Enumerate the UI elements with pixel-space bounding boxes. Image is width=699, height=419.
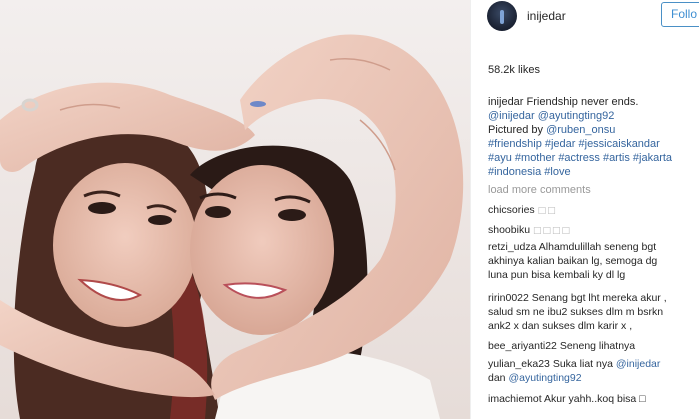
comment-text: Akur yahh..koq bisa □ bbox=[544, 393, 646, 405]
comment-username[interactable]: retzi_udza bbox=[488, 241, 536, 253]
comment-text: □□□□ bbox=[532, 226, 571, 236]
comment-text: salud sm ne ibu2 sukses dlm m bsrkn bbox=[488, 306, 664, 318]
comment-text: □□ bbox=[537, 206, 557, 216]
post-photo[interactable] bbox=[0, 0, 470, 419]
caption-mention-ruben-onsu[interactable]: @ruben_onsu bbox=[546, 124, 615, 136]
comment-mention-inijedar[interactable]: @inijedar bbox=[616, 358, 661, 370]
caption-username[interactable]: inijedar bbox=[488, 96, 523, 108]
comment-text: luna pun bisa kembali ky dl lg bbox=[488, 269, 626, 281]
caption-mention-inijedar[interactable]: @inijedar bbox=[488, 110, 535, 122]
post-details-panel: inijedar Follo 58.2k likes inijedar Frie… bbox=[470, 0, 699, 419]
comment-username[interactable]: yulian_eka23 bbox=[488, 358, 550, 370]
post-caption: inijedar Friendship never ends. @inijeda… bbox=[488, 95, 693, 179]
comment-item: ririn0022 Senang bgt lht mereka akur , s… bbox=[488, 291, 698, 333]
comment-text: dan bbox=[488, 372, 506, 384]
post-author-username[interactable]: inijedar bbox=[527, 9, 566, 23]
caption-text: Friendship never ends. bbox=[526, 96, 639, 108]
post-header: inijedar Follo bbox=[471, 0, 699, 33]
caption-hashtags-3[interactable]: #indonesia #love bbox=[488, 165, 693, 179]
caption-pictured-by: Pictured by bbox=[488, 124, 544, 136]
comment-username[interactable]: chicsories bbox=[488, 204, 535, 216]
photo-image bbox=[0, 0, 470, 419]
comment-text: ank2 x dan sukses dlm karir x , bbox=[488, 320, 633, 332]
comment-mention-ayutingting92[interactable]: @ayutingting92 bbox=[508, 372, 581, 384]
comment-item: yulian_eka23 Suka liat nya @inijedar dan… bbox=[488, 357, 698, 385]
caption-hashtags-2[interactable]: #ayu #mother #actress #artis #jakarta bbox=[488, 151, 693, 165]
comment-item: bee_ariyanti22 Seneng lihatnya bbox=[488, 339, 698, 353]
comment-text: Suka liat nya bbox=[552, 358, 613, 370]
comment-item: shoobiku □□□□ bbox=[488, 223, 698, 238]
comment-username[interactable]: imachiemot bbox=[488, 393, 542, 405]
comment-username[interactable]: shoobiku bbox=[488, 224, 530, 236]
caption-hashtags-1[interactable]: #friendship #jedar #jessicaiskandar bbox=[488, 137, 693, 151]
comment-text: Seneng lihatnya bbox=[559, 340, 636, 352]
comment-username[interactable]: ririn0022 bbox=[488, 292, 529, 304]
caption-mention-ayutingting92[interactable]: @ayutingting92 bbox=[538, 110, 615, 122]
comment-item: chicsories □□ bbox=[488, 203, 698, 218]
follow-button[interactable]: Follo bbox=[661, 2, 699, 27]
likes-count[interactable]: 58.2k likes bbox=[488, 64, 540, 76]
comment-item: retzi_udza Alhamdulillah seneng bgt akhi… bbox=[488, 240, 698, 282]
comment-text: Alhamdulillah seneng bgt bbox=[538, 241, 657, 253]
comment-username[interactable]: bee_ariyanti22 bbox=[488, 340, 557, 352]
comment-text: akhinya kalian baikan lg, semoga dg bbox=[488, 255, 658, 267]
comment-item: imachiemot Akur yahh..koq bisa □ bbox=[488, 392, 698, 406]
comment-text: Senang bgt lht mereka akur , bbox=[531, 292, 667, 304]
avatar[interactable] bbox=[487, 1, 517, 31]
load-more-comments-link[interactable]: load more comments bbox=[488, 184, 591, 196]
